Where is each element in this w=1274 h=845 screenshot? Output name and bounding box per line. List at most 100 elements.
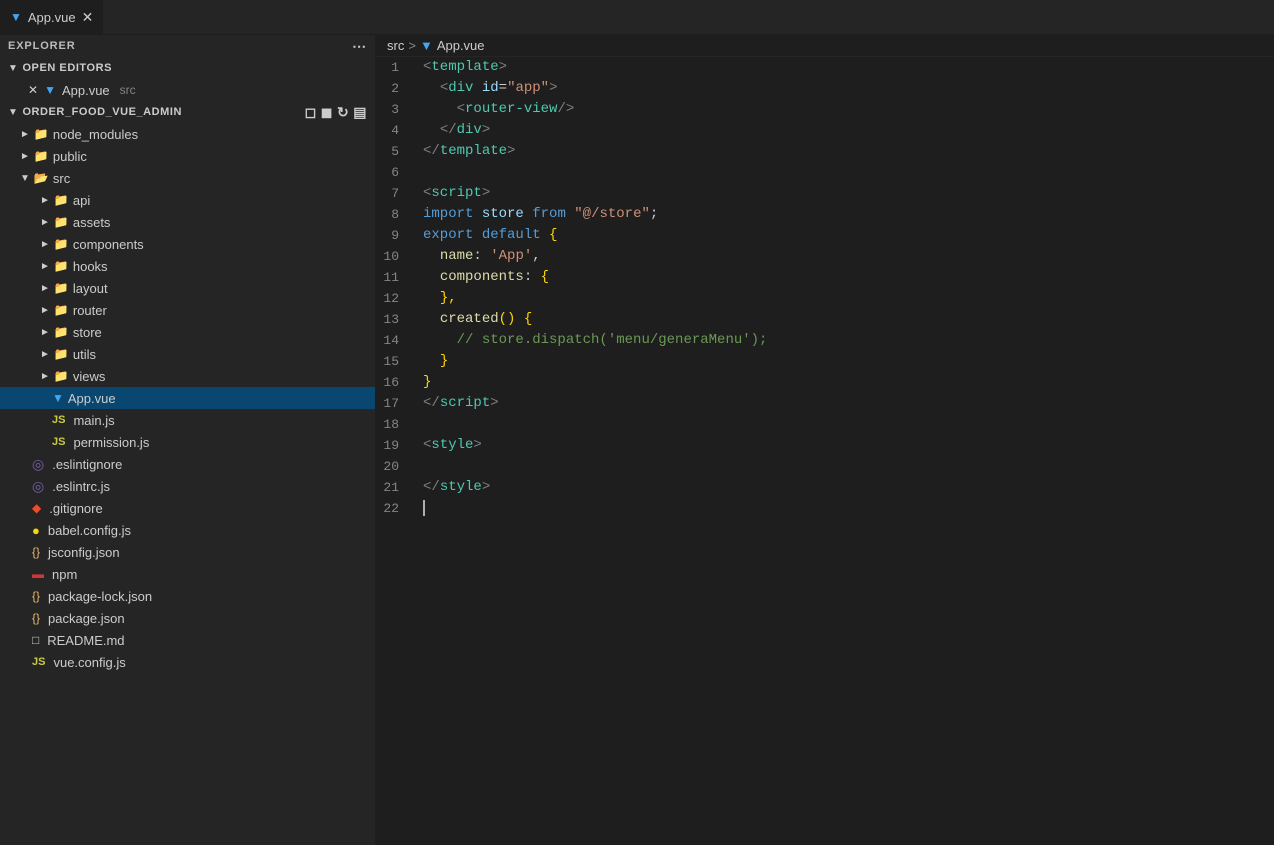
tree-label: router [73,303,107,318]
line-number: 1 [375,57,415,78]
collapse-icon[interactable]: ▤ [353,104,367,121]
code-line-17: 17 </script> [375,393,1274,414]
tree-item-node-modules[interactable]: ► 📁 node_modules [0,123,375,145]
tree-item-vue-config[interactable]: JS vue.config.js [0,651,375,673]
tree-label: .gitignore [49,501,102,516]
ellipsis-icon[interactable]: ⋯ [352,38,367,55]
tree-item-assets[interactable]: ► 📁 assets [0,211,375,233]
tree-item-components[interactable]: ► 📁 components [0,233,375,255]
tree-item-utils[interactable]: ► 📁 utils [0,343,375,365]
new-file-icon[interactable]: ◻ [305,104,317,121]
tree-label: README.md [47,633,124,648]
breadcrumb-src[interactable]: src [387,38,404,53]
line-number: 22 [375,498,415,519]
tree-label: utils [73,347,96,362]
tree-item-src[interactable]: ▼ 📂 src [0,167,375,189]
code-line-7: 7 <script> [375,183,1274,204]
code-line-14: 14 // store.dispatch('menu/generaMenu'); [375,330,1274,351]
tree-item-jsconfig-json[interactable]: {} jsconfig.json [0,541,375,563]
line-number: 20 [375,456,415,477]
line-content: // store.dispatch('menu/generaMenu'); [415,330,1274,351]
json-icon: {} [32,589,40,603]
tree-label: store [73,325,102,340]
code-content: 1 <template> 2 <div id="app"> 3 <router-… [375,57,1274,519]
line-content: </div> [415,120,1274,141]
tree-item-package-json[interactable]: {} package.json [0,607,375,629]
project-header-left: ▼ ORDER_FOOD_VUE_ADMIN [8,106,182,118]
project-header[interactable]: ▼ ORDER_FOOD_VUE_ADMIN ◻ ◼ ↻ ▤ [0,101,375,123]
folder-chevron-icon: ▼ [20,173,30,184]
tree-item-public[interactable]: ► 📁 public [0,145,375,167]
tree-item-package-lock[interactable]: {} package-lock.json [0,585,375,607]
tree-item-api[interactable]: ► 📁 api [0,189,375,211]
tree-label: src [53,171,70,186]
tree-item-app-vue[interactable]: ▼ App.vue [0,387,375,409]
project-chevron-icon: ▼ [8,107,18,118]
close-icon[interactable]: ✕ [82,9,94,26]
js-file-icon: JS [52,414,65,426]
tree-label: App.vue [68,391,116,406]
tree-item-views[interactable]: ► 📁 views [0,365,375,387]
folder-chevron-icon: ► [40,371,50,382]
line-content [415,498,1274,519]
folder-chevron-icon: ► [20,151,30,162]
line-content: <template> [415,57,1274,78]
folder-icon: 📁 [54,281,69,295]
line-content: <div id="app"> [415,78,1274,99]
line-number: 9 [375,225,415,246]
tree-item-layout[interactable]: ► 📁 layout [0,277,375,299]
tree-label: babel.config.js [48,523,131,538]
line-content: </script> [415,393,1274,414]
tree-item-npm[interactable]: ▬ npm [0,563,375,585]
line-content: export default { [415,225,1274,246]
js-file-icon: JS [52,436,65,448]
tree-item-store[interactable]: ► 📁 store [0,321,375,343]
line-content [415,456,1274,477]
tree-item-main-js[interactable]: JS main.js [0,409,375,431]
tree-label: jsconfig.json [48,545,120,560]
open-editors-label: OPEN EDITORS [22,62,112,74]
sidebar-header-icons: ⋯ [352,38,367,55]
tree-item-eslintignore[interactable]: ◎ .eslintignore [0,453,375,475]
tree-item-hooks[interactable]: ► 📁 hooks [0,255,375,277]
tree-label: main.js [73,413,114,428]
tab-app-vue[interactable]: ▼ App.vue ✕ [0,0,104,34]
tree-label: .eslintignore [52,457,122,472]
new-folder-icon[interactable]: ◼ [321,104,333,121]
line-number: 11 [375,267,415,288]
code-editor[interactable]: 1 <template> 2 <div id="app"> 3 <router-… [375,57,1274,845]
refresh-icon[interactable]: ↻ [337,104,349,121]
code-line-22: 22 [375,498,1274,519]
code-line-9: 9 export default { [375,225,1274,246]
tree-item-router[interactable]: ► 📁 router [0,299,375,321]
tree-item-permission-js[interactable]: JS permission.js [0,431,375,453]
tree-label: public [53,149,87,164]
tree-item-eslintrc-js[interactable]: ◎ .eslintrc.js [0,475,375,497]
folder-chevron-icon: ► [40,305,50,316]
line-content: components: { [415,267,1274,288]
folder-chevron-icon: ► [40,261,50,272]
open-editors-header[interactable]: ▼ OPEN EDITORS [0,57,375,79]
open-editor-item[interactable]: ✕ ▼ App.vue src [0,79,375,101]
breadcrumb-file[interactable]: App.vue [437,38,485,53]
code-line-13: 13 created() { [375,309,1274,330]
editor-area: src > ▼ App.vue 1 <template> 2 <div id="… [375,35,1274,845]
folder-chevron-icon: ► [40,283,50,294]
close-editor-icon[interactable]: ✕ [28,83,38,97]
line-number: 15 [375,351,415,372]
tree-label: package.json [48,611,125,626]
tree-item-babel-config[interactable]: ● babel.config.js [0,519,375,541]
folder-chevron-icon: ► [40,239,50,250]
line-number: 16 [375,372,415,393]
project-label: ORDER_FOOD_VUE_ADMIN [22,106,182,118]
tree-item-readme[interactable]: □ README.md [0,629,375,651]
eslint-icon: ◎ [32,456,44,473]
tab-label: App.vue [28,10,76,25]
vue-file-icon: ▼ [44,83,56,97]
tree-item-gitignore[interactable]: ◆ .gitignore [0,497,375,519]
folder-icon: 📁 [54,369,69,383]
line-number: 6 [375,162,415,183]
line-number: 10 [375,246,415,267]
open-editor-path: src [120,83,136,97]
open-editor-name: App.vue [62,83,110,98]
